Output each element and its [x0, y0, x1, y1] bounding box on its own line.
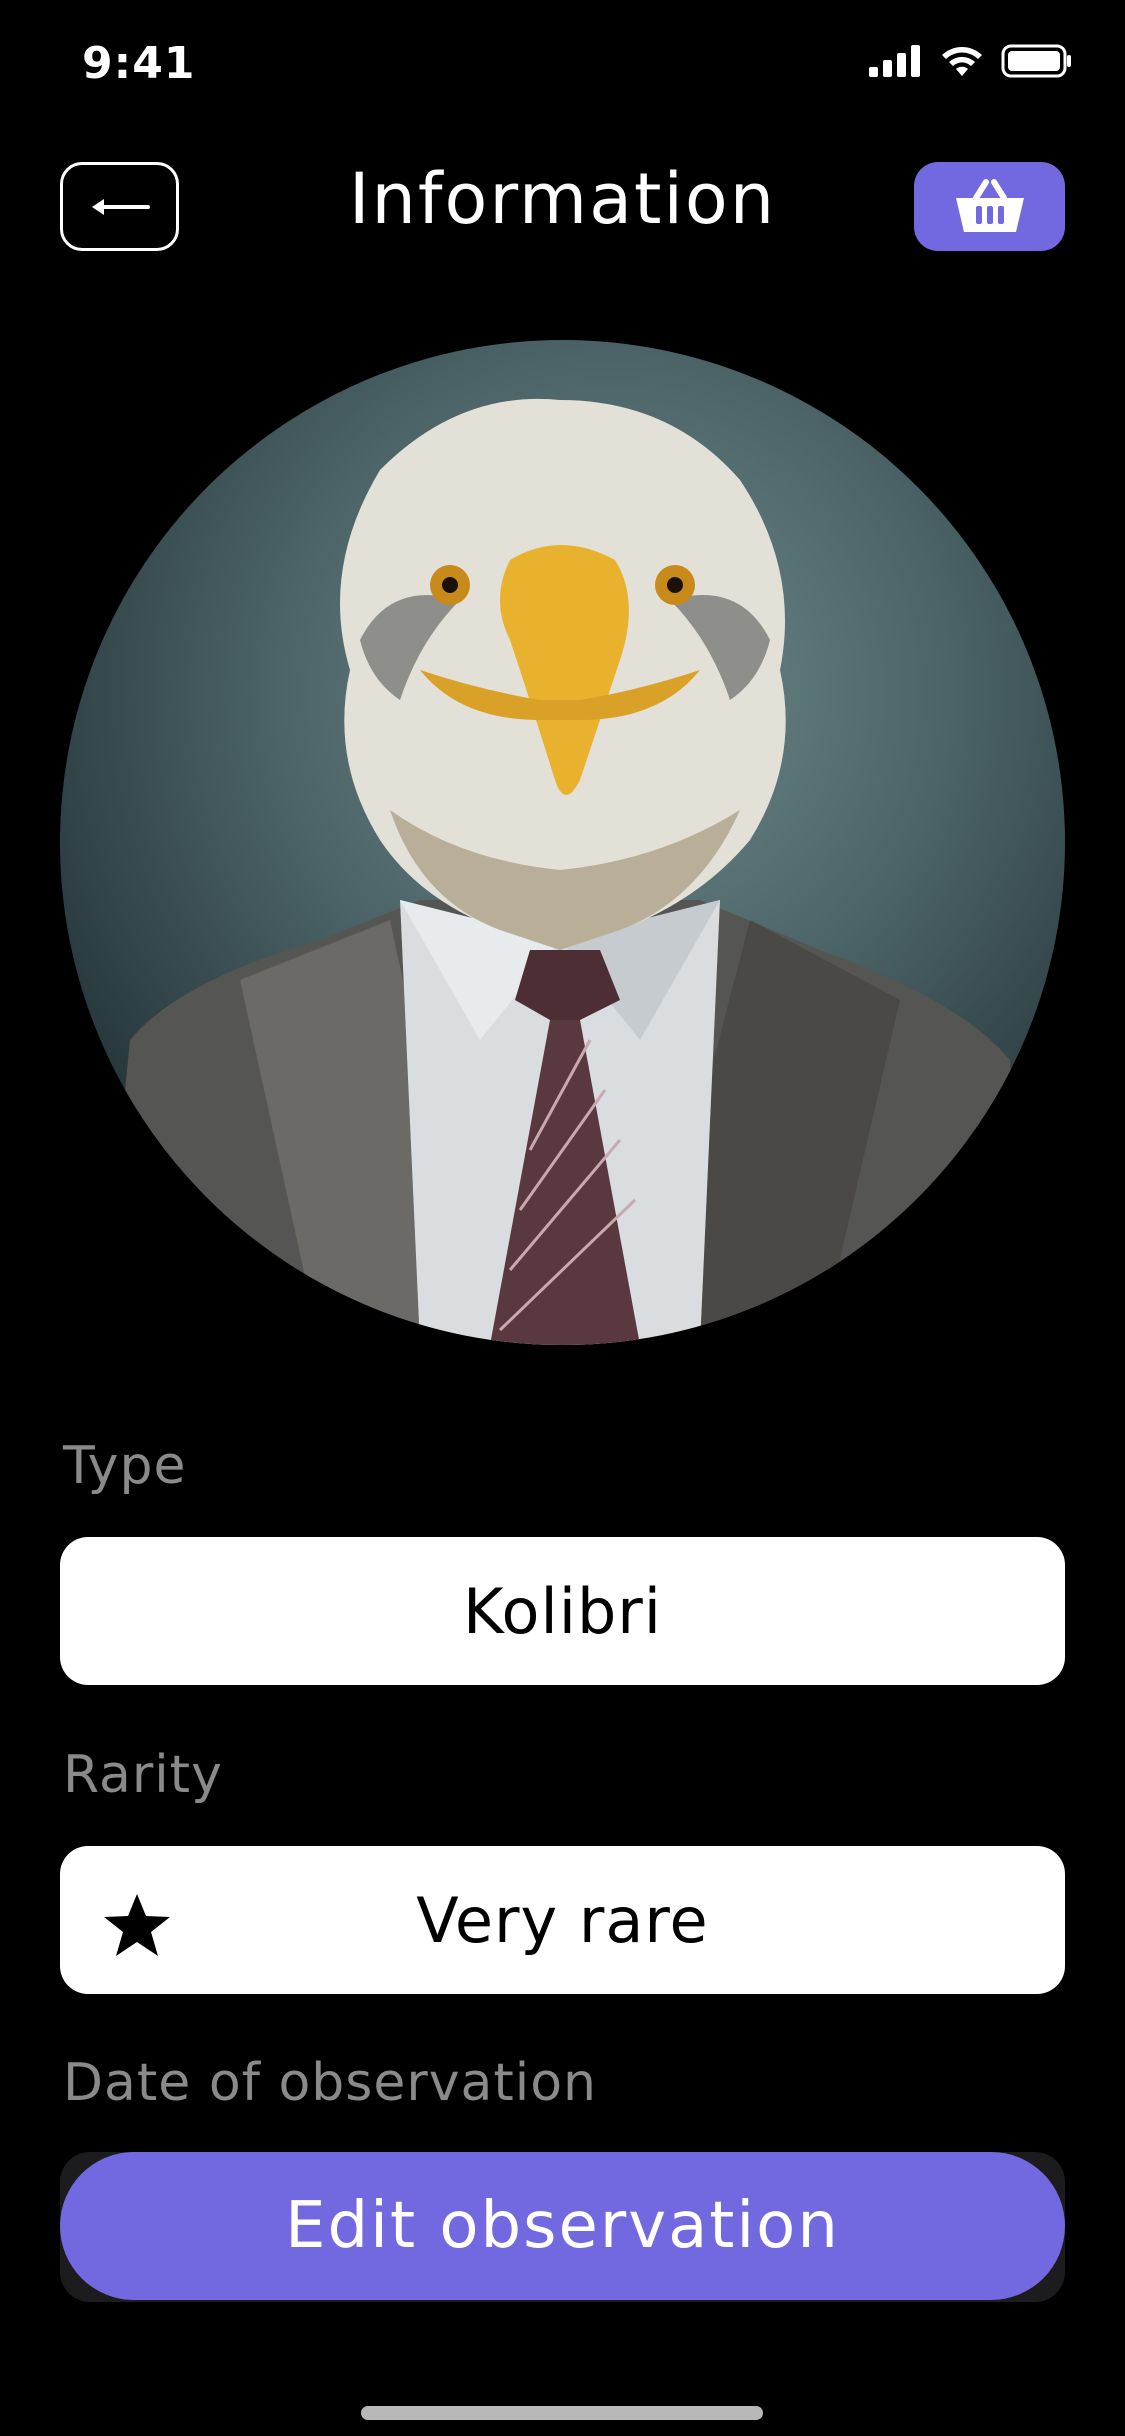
basket-icon	[955, 178, 1024, 232]
rarity-field: Very rare	[60, 1846, 1065, 1994]
eagle-illustration	[100, 398, 1030, 1345]
date-label: Date of observation	[63, 2053, 597, 2113]
rarity-value: Very rare	[416, 1883, 709, 1957]
type-field: Kolibri	[60, 1537, 1065, 1685]
star-icon	[104, 1894, 170, 1956]
battery-icon	[1001, 44, 1071, 78]
type-label: Type	[63, 1436, 187, 1496]
status-icons	[869, 44, 1073, 78]
bird-portrait-image	[60, 340, 1065, 1345]
wifi-icon	[942, 47, 982, 76]
status-time: 9:41	[82, 38, 196, 89]
type-value: Kolibri	[462, 1574, 663, 1648]
signal-icon	[869, 45, 920, 77]
rarity-label: Rarity	[63, 1745, 223, 1805]
home-indicator	[361, 2406, 763, 2420]
edit-observation-button[interactable]: Edit observation	[60, 2152, 1065, 2300]
information-screen: 9:41 Information Type Kolibri Rarity Ver…	[0, 0, 1125, 2436]
basket-button[interactable]	[914, 162, 1065, 251]
